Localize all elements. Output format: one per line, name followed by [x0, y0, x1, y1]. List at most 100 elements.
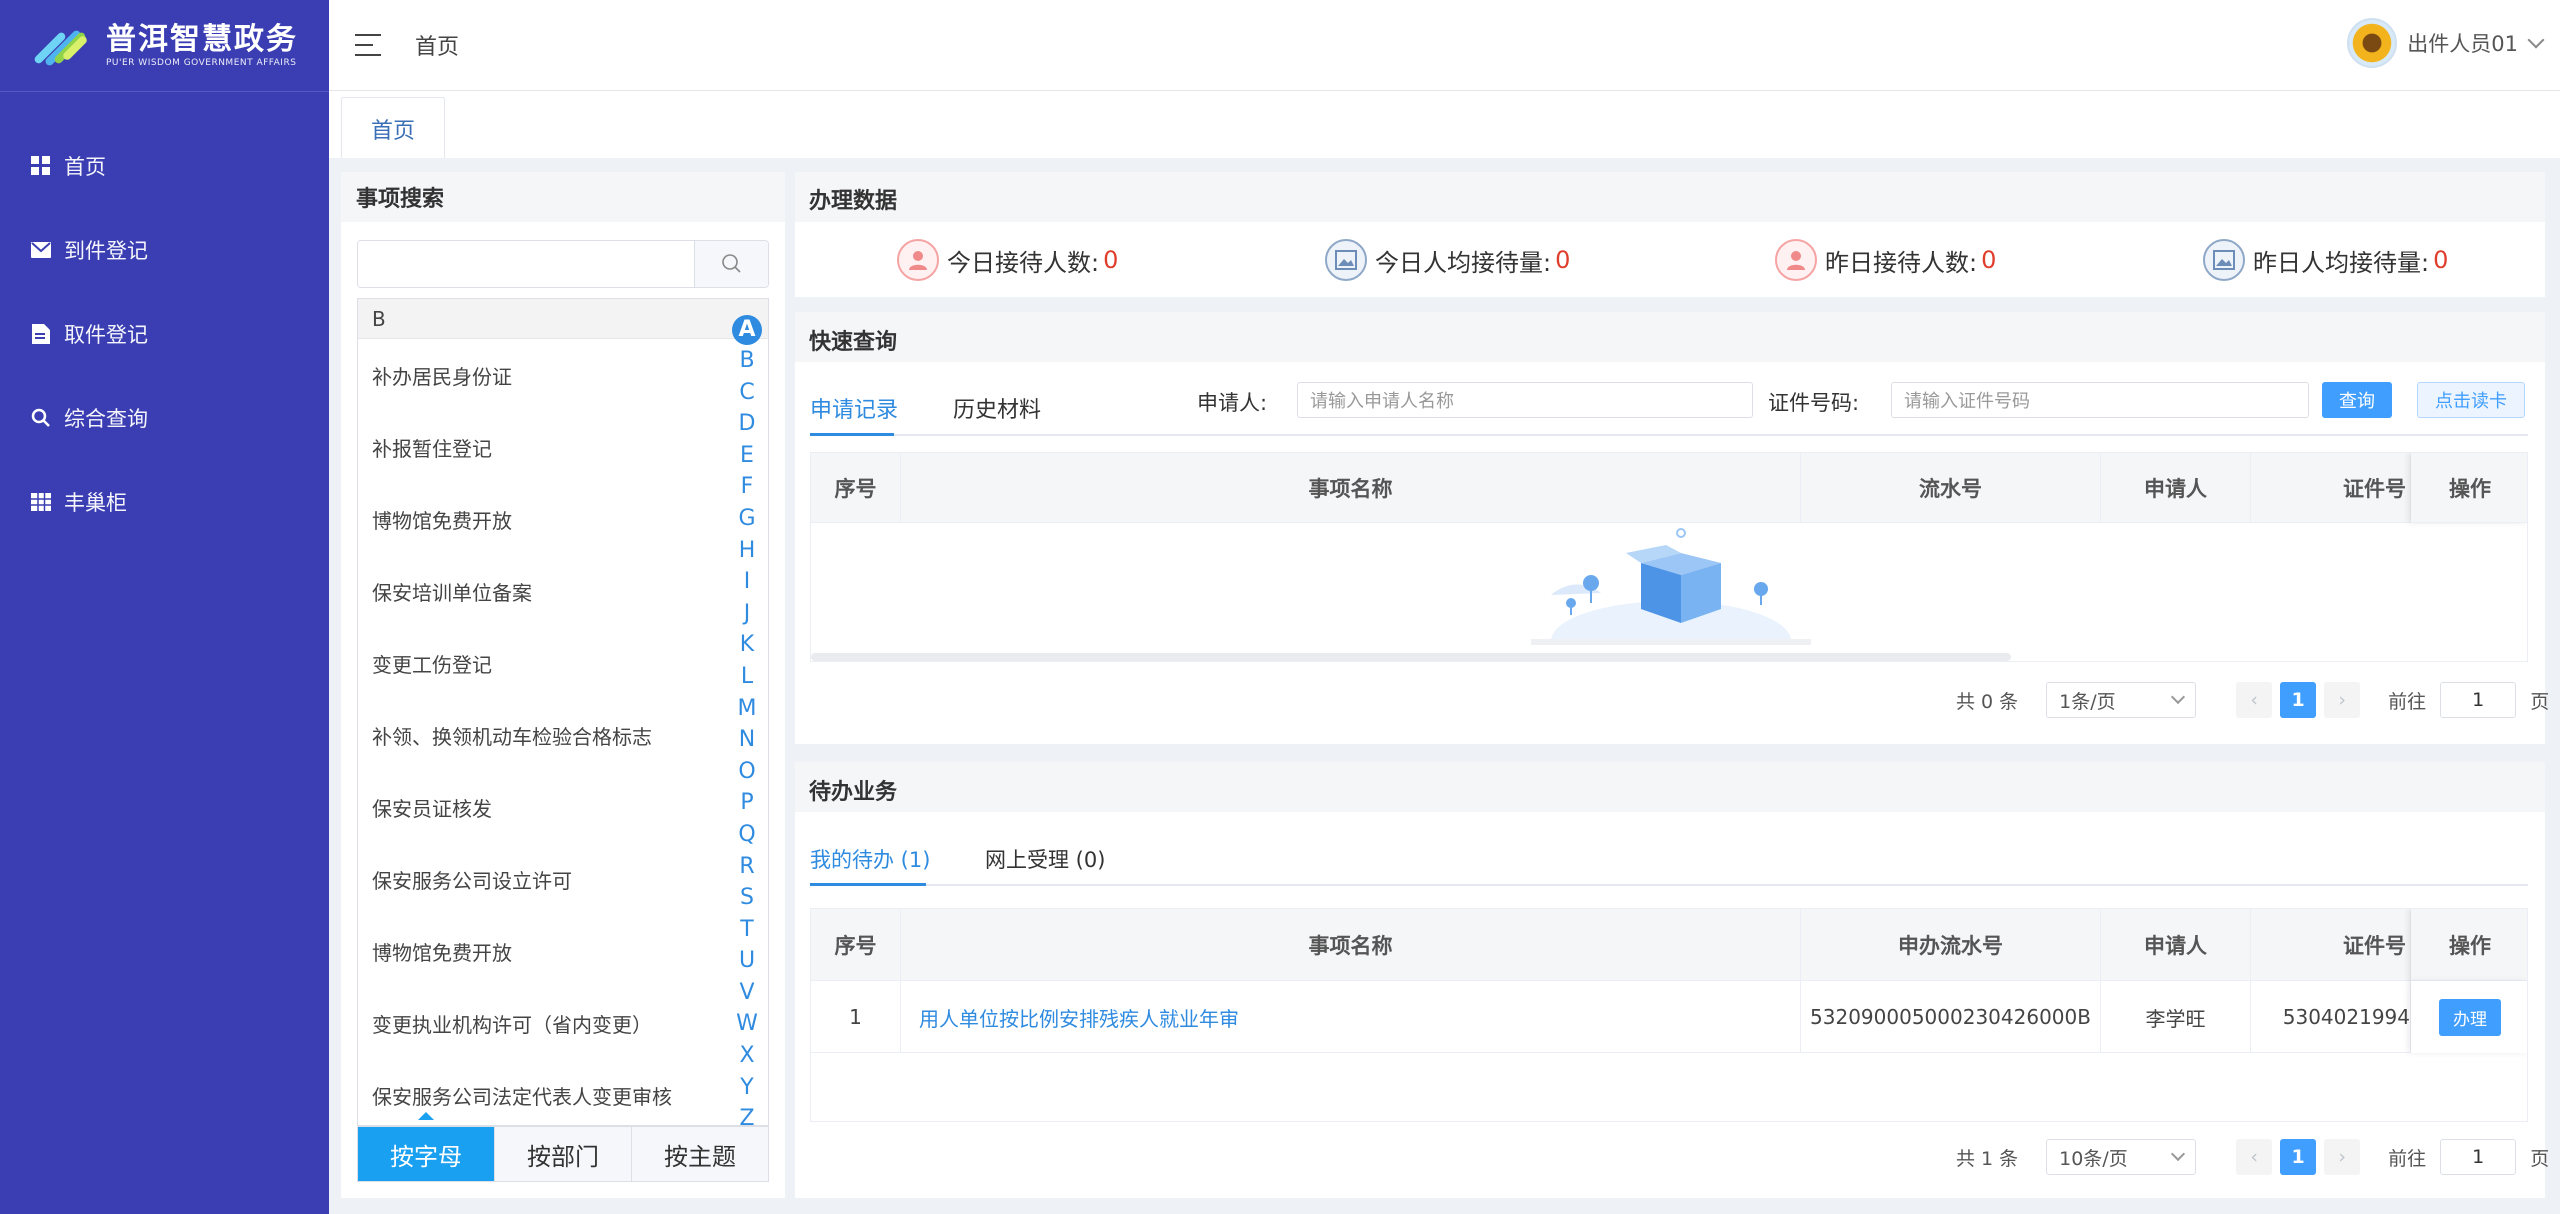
tab-by-topic[interactable]: 按主题: [632, 1127, 768, 1181]
search-mode-tabs: 按字母 按部门 按主题: [357, 1126, 769, 1182]
query-button[interactable]: 查询: [2322, 382, 2392, 418]
tab-history-materials[interactable]: 历史材料: [953, 392, 1041, 424]
alphabet-letter[interactable]: P: [740, 787, 753, 819]
stat-label: 昨日接待人数:: [1825, 248, 1978, 277]
alphabet-letter[interactable]: X: [739, 1040, 754, 1072]
alphabet-letter[interactable]: I: [744, 566, 751, 598]
list-item[interactable]: 补报暂住登记: [358, 411, 768, 483]
column-header: 流水号: [1801, 453, 2101, 523]
alphabet-letter[interactable]: E: [740, 440, 754, 472]
sidebar-item-arrival-register[interactable]: 到件登记: [0, 208, 329, 292]
tab-application-records[interactable]: 申请记录: [810, 392, 898, 424]
item-search-input[interactable]: [358, 241, 694, 287]
search-button[interactable]: [694, 241, 768, 287]
alphabet-letter[interactable]: Z: [739, 1103, 754, 1125]
item-list: B 补办居民身份证 补报暂住登记 博物馆免费开放 保安培训单位备案 变更工伤登记…: [357, 298, 769, 1126]
list-item[interactable]: 变更执业机构许可（省内变更）: [358, 987, 768, 1059]
list-item[interactable]: 保安培训单位备案: [358, 555, 768, 627]
item-name-link[interactable]: 用人单位按比例安排残疾人就业年审: [901, 981, 1801, 1053]
next-page-button[interactable]: ›: [2324, 1139, 2361, 1175]
logo-mark-icon: [28, 20, 96, 72]
list-item[interactable]: 补领、换领机动车检验合格标志: [358, 699, 768, 771]
alphabet-letter[interactable]: J: [744, 598, 751, 630]
horizontal-scrollbar[interactable]: [811, 653, 2011, 661]
table-row: 1 用人单位按比例安排残疾人就业年审 532090005000230426000…: [811, 981, 2527, 1053]
stat-label: 今日人均接待量:: [1375, 248, 1552, 277]
tab-home[interactable]: 首页: [341, 97, 445, 159]
page-size-select[interactable]: 10条/页: [2046, 1139, 2197, 1175]
list-item[interactable]: 变更工伤登记: [358, 627, 768, 699]
column-header: 序号: [811, 453, 901, 523]
goto-label: 前往: [2388, 1147, 2427, 1170]
alphabet-letter[interactable]: S: [740, 882, 754, 914]
alphabet-letter[interactable]: C: [739, 377, 754, 409]
mail-icon: [30, 239, 52, 261]
collapse-menu-icon[interactable]: [355, 34, 381, 56]
tab-by-department[interactable]: 按部门: [495, 1127, 632, 1181]
alphabet-letter[interactable]: H: [739, 535, 756, 567]
alphabet-letter[interactable]: K: [740, 629, 754, 661]
prev-page-button[interactable]: ‹: [2236, 682, 2273, 718]
sidebar-item-query[interactable]: 综合查询: [0, 376, 329, 460]
goto-page-input[interactable]: 1: [2440, 1139, 2517, 1175]
alphabet-letter[interactable]: F: [741, 471, 754, 503]
alphabet-letter[interactable]: Y: [740, 1072, 753, 1104]
stat-label: 今日接待人数:: [947, 248, 1100, 277]
alphabet-letter[interactable]: R: [739, 851, 754, 883]
logo-subtitle: PU'ER WISDOM GOVERNMENT AFFAIRS: [106, 57, 297, 68]
alphabet-letter[interactable]: W: [736, 1008, 758, 1040]
logo-title: 普洱智慧政务: [106, 21, 298, 57]
goto-label: 前往: [2388, 690, 2427, 713]
sidebar-item-label: 综合查询: [64, 407, 148, 431]
alphabet-letter[interactable]: V: [739, 977, 754, 1009]
chevron-down-icon: [2171, 1146, 2186, 1162]
page-number-button[interactable]: 1: [2280, 682, 2317, 718]
alphabet-letter[interactable]: U: [739, 945, 755, 977]
sidebar-item-home[interactable]: 首页: [0, 124, 329, 208]
tab-by-letter[interactable]: 按字母: [358, 1127, 495, 1181]
row-index: 1: [811, 981, 901, 1053]
alphabet-letter[interactable]: L: [741, 661, 753, 693]
id-number-input[interactable]: 请输入证件号码: [1891, 382, 2309, 418]
alphabet-letter[interactable]: T: [740, 914, 753, 946]
column-header: 操作: [2411, 909, 2527, 981]
alphabet-letter[interactable]: B: [739, 345, 754, 377]
alphabet-letter[interactable]: N: [739, 724, 755, 756]
alphabet-letter[interactable]: A: [732, 315, 762, 345]
applicant-input[interactable]: 请输入申请人名称: [1297, 382, 1753, 418]
list-item[interactable]: 博物馆免费开放: [358, 915, 768, 987]
list-item[interactable]: 保安员证核发: [358, 771, 768, 843]
page-number-button[interactable]: 1: [2280, 1139, 2317, 1175]
id-number-label: 证件号码:: [1768, 391, 1860, 415]
goto-page-input[interactable]: 1: [2440, 682, 2517, 718]
alphabet-letter[interactable]: O: [738, 756, 755, 788]
alphabet-letter[interactable]: Q: [738, 819, 755, 851]
user-menu[interactable]: 出件人员01: [2347, 18, 2545, 68]
read-card-button[interactable]: 点击读卡: [2417, 382, 2525, 418]
alphabet-letter[interactable]: D: [739, 408, 756, 440]
alphabet-letter[interactable]: G: [738, 503, 755, 535]
stat-yesterday-visitors: 昨日接待人数: 0: [1775, 238, 1996, 282]
stat-today-visitors: 今日接待人数: 0: [897, 238, 1118, 282]
list-item[interactable]: 补办居民身份证: [358, 339, 768, 411]
column-header: 申办流水号: [1801, 909, 2101, 981]
user-name: 出件人员01: [2407, 32, 2518, 56]
sidebar-item-label: 丰巢柜: [64, 491, 127, 515]
sidebar-item-pickup-register[interactable]: 取件登记: [0, 292, 329, 376]
list-item[interactable]: 博物馆免费开放: [358, 483, 768, 555]
chevron-down-icon: [2527, 31, 2545, 49]
handle-button[interactable]: 办理: [2439, 998, 2501, 1036]
image-icon: [1325, 239, 1367, 281]
tab-my-todo[interactable]: 我的待办 (1): [810, 844, 930, 874]
next-page-button[interactable]: ›: [2324, 682, 2361, 718]
applicant-name: 李学旺: [2101, 981, 2251, 1053]
column-header: 事项名称: [901, 453, 1801, 523]
tab-online-accept[interactable]: 网上受理 (0): [985, 844, 1105, 874]
list-item[interactable]: 保安服务公司设立许可: [358, 843, 768, 915]
prev-page-button[interactable]: ‹: [2236, 1139, 2273, 1175]
page-size-select[interactable]: 1条/页: [2046, 682, 2197, 718]
alphabet-letter[interactable]: M: [738, 693, 757, 725]
image-icon: [2203, 239, 2245, 281]
sidebar-item-cabinet[interactable]: 丰巢柜: [0, 460, 329, 544]
tab-bar: 首页: [329, 91, 2560, 159]
